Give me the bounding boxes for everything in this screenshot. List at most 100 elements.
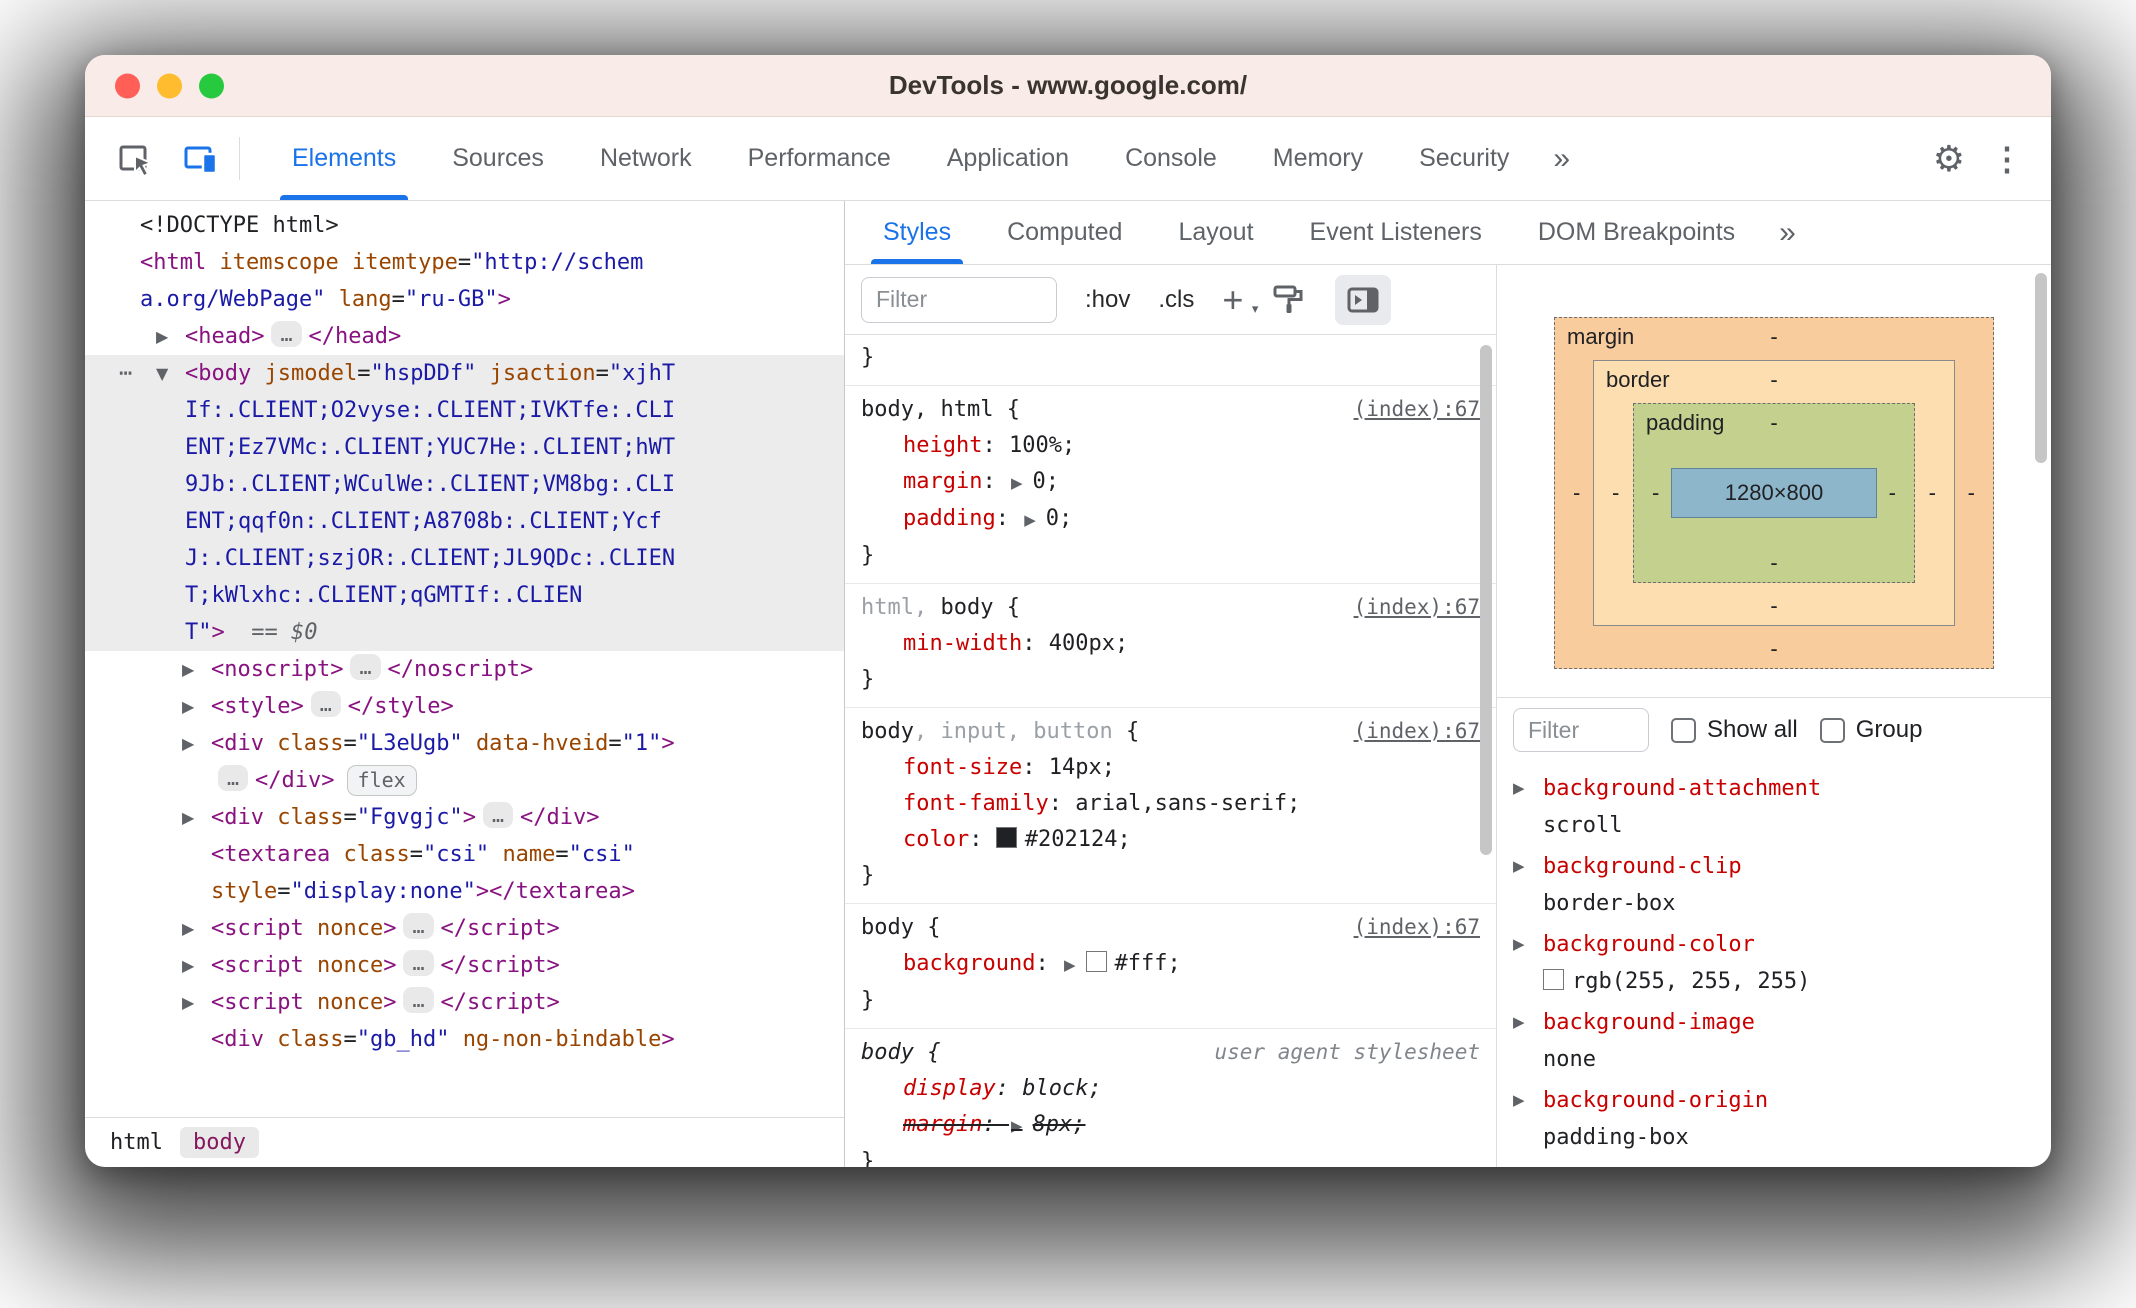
more-panels-button[interactable]: »: [1537, 117, 1586, 200]
css-property[interactable]: font-family: arial,sans-serif;: [861, 786, 1480, 822]
tree-row[interactable]: T;kWlxhc:.CLIENT;qGMTIf:.CLIEN: [85, 577, 844, 614]
tab-computed[interactable]: Computed: [979, 201, 1150, 264]
tree-row[interactable]: <html itemscope itemtype="http://schem: [85, 244, 844, 281]
ellipsis-expand-button[interactable]: …: [310, 691, 341, 717]
style-rule[interactable]: body {user agent stylesheet display: bloc…: [845, 1029, 1496, 1167]
tree-row[interactable]: ▶ <div class="Fgvgjc">… </div>: [85, 799, 844, 836]
padding-left-value[interactable]: -: [1652, 480, 1659, 506]
tab-sources[interactable]: Sources: [424, 117, 572, 200]
tab-elements[interactable]: Elements: [264, 117, 424, 200]
style-rule[interactable]: body, input, button {(index):67 font-size…: [845, 708, 1496, 904]
border-left-value[interactable]: -: [1612, 480, 1619, 506]
tab-layout[interactable]: Layout: [1150, 201, 1281, 264]
ellipsis-expand-button[interactable]: …: [403, 987, 434, 1013]
tab-performance[interactable]: Performance: [720, 117, 919, 200]
ellipsis-expand-button[interactable]: …: [403, 950, 434, 976]
fullscreen-window-button[interactable]: [199, 73, 224, 98]
css-property[interactable]: margin: ▶ 8px;: [861, 1107, 1480, 1144]
flex-badge[interactable]: flex: [346, 765, 417, 796]
css-property[interactable]: padding: ▶ 0;: [861, 501, 1480, 538]
close-window-button[interactable]: [115, 73, 140, 98]
margin-right-value[interactable]: -: [1968, 480, 1975, 506]
expand-property-arrow-icon[interactable]: ▶: [1513, 848, 1525, 885]
expand-property-arrow-icon[interactable]: ▶: [1513, 1082, 1525, 1119]
tab-dom-breakpoints[interactable]: DOM Breakpoints: [1510, 201, 1763, 264]
checkbox-icon[interactable]: [1819, 717, 1845, 743]
breadcrumb-item-body[interactable]: body: [179, 1127, 259, 1158]
computed-property[interactable]: ▶ background-attachment scroll: [1497, 770, 2051, 848]
ellipsis-expand-button[interactable]: …: [218, 765, 249, 791]
ellipsis-expand-button[interactable]: …: [271, 321, 302, 347]
tab-security[interactable]: Security: [1391, 117, 1537, 200]
styles-scrollbar[interactable]: [1480, 345, 1492, 855]
tab-network[interactable]: Network: [572, 117, 720, 200]
tree-row[interactable]: T"> == $0: [85, 614, 844, 651]
collapsed-arrow-icon[interactable]: ▶: [182, 910, 194, 947]
breadcrumb-item-html[interactable]: html: [97, 1127, 176, 1158]
style-rule[interactable]: }: [845, 335, 1496, 386]
tree-row[interactable]: ▶ <script nonce>… </script>: [85, 984, 844, 1021]
computed-scrollbar[interactable]: [2035, 273, 2047, 463]
main-menu-kebab-icon[interactable]: ⋮: [1979, 117, 2035, 200]
collapsed-arrow-icon[interactable]: ▶: [182, 688, 194, 725]
tree-row[interactable]: If:.CLIENT;O2vyse:.CLIENT;IVKTfe:.CLI: [85, 392, 844, 429]
css-property[interactable]: height: 100%;: [861, 428, 1480, 464]
collapsed-arrow-icon[interactable]: ▶: [182, 947, 194, 984]
styles-filter-input[interactable]: [861, 276, 1057, 323]
border-bottom-value[interactable]: -: [1770, 593, 1777, 619]
tree-row[interactable]: ⋯ ▼ <body jsmodel="hspDDf" jsaction="xjhT: [85, 355, 844, 392]
tree-row[interactable]: <div class="gb_hd" ng-non-bindable>: [85, 1021, 844, 1058]
tab-styles[interactable]: Styles: [855, 201, 979, 264]
device-toolbar-button[interactable]: [173, 132, 229, 186]
tab-console[interactable]: Console: [1097, 117, 1245, 200]
element-classes-button[interactable]: .cls: [1158, 286, 1194, 314]
stylesheet-source-link[interactable]: (index):67: [1354, 589, 1480, 625]
toggle-element-state-button[interactable]: :hov: [1085, 286, 1130, 314]
computed-property[interactable]: ▶ background-image none: [1497, 1004, 2051, 1082]
computed-property[interactable]: ▶ background-origin padding-box: [1497, 1082, 2051, 1160]
computed-property[interactable]: ▶ background-clip border-box: [1497, 848, 2051, 926]
group-checkbox[interactable]: Group: [1819, 716, 1922, 744]
ellipsis-expand-button[interactable]: …: [482, 802, 513, 828]
margin-left-value[interactable]: -: [1573, 480, 1580, 506]
padding-top-value[interactable]: -: [1770, 410, 1777, 436]
stylesheet-source-link[interactable]: (index):67: [1354, 713, 1480, 749]
ellipsis-expand-button[interactable]: …: [350, 654, 381, 680]
tree-row[interactable]: a.org/WebPage" lang="ru-GB">: [85, 281, 844, 318]
tree-row[interactable]: J:.CLIENT;szjOR:.CLIENT;JL9QDc:.CLIEN: [85, 540, 844, 577]
paint-roller-icon[interactable]: [1271, 282, 1307, 318]
checkbox-icon[interactable]: [1671, 717, 1696, 743]
stylesheet-source-link[interactable]: (index):67: [1354, 391, 1480, 427]
border-top-value[interactable]: -: [1770, 367, 1777, 393]
computed-property[interactable]: ▶ background-color rgb(255, 255, 255): [1497, 926, 2051, 1004]
box-model-border[interactable]: border - - - - padding - - - - 1280×800: [1593, 360, 1955, 626]
expand-property-arrow-icon[interactable]: ▶: [1513, 770, 1525, 807]
css-property[interactable]: display: block;: [861, 1071, 1480, 1107]
collapsed-arrow-icon[interactable]: ▶: [156, 318, 168, 355]
show-all-checkbox[interactable]: Show all: [1671, 716, 1798, 744]
collapsed-arrow-icon[interactable]: ▶: [182, 799, 194, 836]
style-rule[interactable]: body {(index):67 background: ▶ #fff;}: [845, 904, 1496, 1029]
css-property[interactable]: margin: ▶ 0;: [861, 464, 1480, 501]
style-rule[interactable]: html, body {(index):67 min-width: 400px;}: [845, 584, 1496, 708]
settings-gear-icon[interactable]: ⚙: [1919, 117, 1979, 200]
new-style-rule-button[interactable]: +: [1222, 281, 1258, 318]
tree-row[interactable]: style="display:none"></textarea>: [85, 873, 844, 910]
padding-right-value[interactable]: -: [1889, 480, 1896, 506]
minimize-window-button[interactable]: [157, 73, 182, 98]
sidebar-more-tabs-button[interactable]: »: [1763, 201, 1812, 264]
computed-filter-input[interactable]: [1513, 708, 1649, 752]
collapsed-arrow-icon[interactable]: ▶: [182, 984, 194, 1021]
border-right-value[interactable]: -: [1929, 480, 1936, 506]
padding-bottom-value[interactable]: -: [1770, 550, 1777, 576]
collapsed-arrow-icon[interactable]: ▶: [182, 651, 194, 688]
expand-property-arrow-icon[interactable]: ▶: [1513, 926, 1525, 963]
css-property[interactable]: font-size: 14px;: [861, 750, 1480, 786]
box-model-padding[interactable]: padding - - - - 1280×800: [1633, 403, 1915, 583]
tree-row[interactable]: ▶ <script nonce>… </script>: [85, 910, 844, 947]
stylesheet-source-link[interactable]: (index):67: [1354, 909, 1480, 945]
ellipsis-expand-button[interactable]: …: [403, 913, 434, 939]
tab-application[interactable]: Application: [919, 117, 1097, 200]
color-swatch[interactable]: [995, 827, 1017, 848]
tree-row[interactable]: <!DOCTYPE html>: [85, 207, 844, 244]
